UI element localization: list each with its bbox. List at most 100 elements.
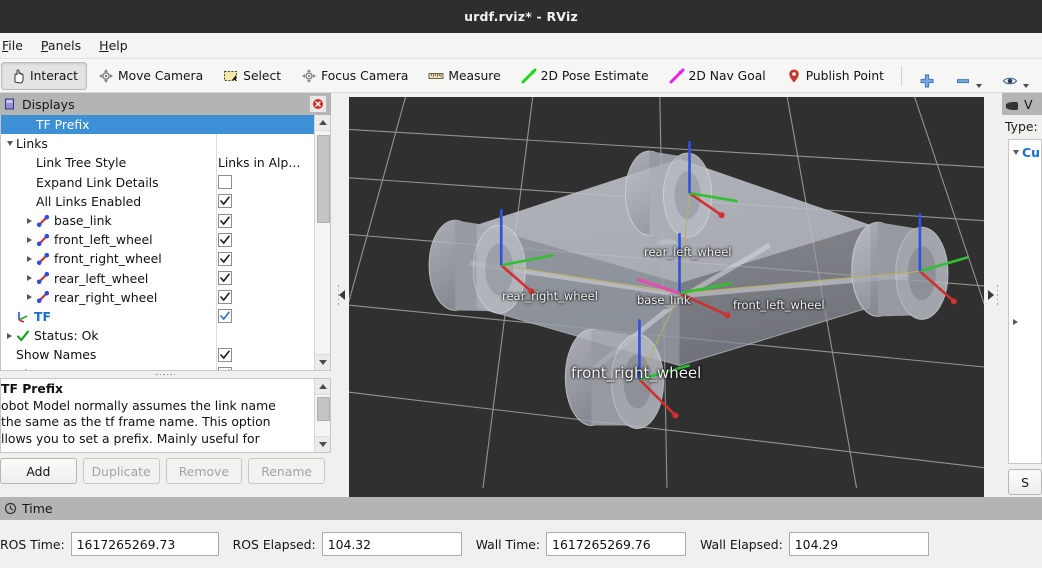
scroll-down-button[interactable]	[315, 354, 330, 370]
tree-item-all-links-enabled[interactable]: All Links Enabled	[1, 192, 314, 211]
2d-nav-goal-tool-button[interactable]: 2D Nav Goal	[660, 62, 775, 90]
scroll-track[interactable]	[315, 131, 330, 354]
tree-item-value-cell[interactable]	[214, 290, 314, 305]
checkbox-checked[interactable]	[218, 367, 232, 370]
tree-item-value-cell[interactable]	[214, 271, 314, 286]
description-line: the same as the tf frame name. This opti…	[1, 414, 271, 429]
menu-file[interactable]: File	[0, 35, 32, 56]
tree-item-value-cell[interactable]	[214, 367, 314, 370]
tree-item-expand-link-details[interactable]: Expand Link Details	[1, 173, 314, 192]
collapse-left-arrow-icon[interactable]	[339, 290, 346, 300]
checkbox-checked[interactable]	[218, 251, 232, 266]
chevron-right-icon[interactable]	[3, 332, 16, 339]
tree-item-base-link[interactable]: base_link	[1, 211, 314, 230]
tree-item-rear-left-wheel[interactable]: rear_left_wheel	[1, 269, 314, 288]
chevron-down-icon[interactable]	[3, 141, 16, 147]
time-field-label: Wall Elapsed:	[700, 536, 783, 552]
checkbox-checked[interactable]	[218, 232, 232, 247]
move-camera-tool-button[interactable]: Move Camera	[89, 62, 212, 90]
tree-item-value-cell[interactable]	[214, 309, 314, 324]
tree-item-value-cell[interactable]	[214, 251, 314, 266]
tool-button-label: Move Camera	[117, 68, 204, 83]
time-panel-title: Time	[22, 501, 53, 516]
minus-icon	[955, 73, 971, 89]
views-tree-subrow[interactable]	[1009, 312, 1041, 331]
description-scrollbar[interactable]	[314, 379, 330, 452]
left-view-splitter[interactable]	[331, 93, 349, 497]
tree-item-value-cell[interactable]	[214, 347, 314, 362]
tree-item-show-names[interactable]: Show Names	[1, 345, 314, 364]
3d-render-view[interactable]: rear_left_wheel rear_right_wheel base_link…	[349, 97, 984, 497]
checkbox-checked[interactable]	[218, 194, 232, 209]
displays-tree-scrollbar[interactable]	[314, 115, 330, 370]
menu-help[interactable]: Help	[90, 35, 137, 56]
tree-item-value-cell[interactable]: Links in Alp…	[214, 156, 314, 170]
desc-scroll-track[interactable]	[315, 395, 330, 436]
desc-scroll-up-button[interactable]	[315, 379, 330, 395]
checkbox-checked[interactable]	[218, 213, 232, 228]
scroll-thumb[interactable]	[317, 135, 330, 223]
tree-item-tf[interactable]: TF	[1, 307, 314, 326]
views-tree[interactable]: Cu	[1008, 139, 1042, 464]
chevron-down-icon[interactable]	[975, 83, 982, 88]
chevron-right-icon[interactable]	[23, 255, 36, 262]
tree-item-show-axes[interactable]: Show Axes	[1, 364, 314, 370]
views-tree-row[interactable]: Cu	[1009, 143, 1041, 162]
time-field-input[interactable]: 1617265269.73	[70, 532, 219, 556]
views-current-label: Cu	[1022, 145, 1040, 160]
displays-tree[interactable]: TF Prefix Links Link Tree Style Links in Al…	[1, 115, 314, 370]
tree-item-tf-prefix[interactable]: TF Prefix	[1, 115, 314, 135]
tree-item-link-tree-style[interactable]: Link Tree Style Links in Alp…	[1, 153, 314, 172]
tree-item-name-cell: front_right_wheel	[1, 251, 214, 266]
tree-item-value-cell[interactable]	[214, 194, 314, 209]
chevron-right-icon[interactable]	[1009, 318, 1022, 325]
2d-pose-estimate-tool-button[interactable]: 2D Pose Estimate	[512, 62, 658, 90]
right-view-splitter[interactable]	[984, 93, 1002, 497]
remove-display-button[interactable]	[946, 62, 991, 90]
checkbox-checked[interactable]	[218, 309, 232, 324]
displays-close-button[interactable]	[309, 95, 327, 113]
displays-horizontal-splitter[interactable]	[0, 371, 331, 378]
tree-item-front-right-wheel[interactable]: front_right_wheel	[1, 249, 314, 268]
add-display-button[interactable]	[910, 62, 944, 90]
expand-right-arrow-icon[interactable]	[987, 290, 994, 300]
interact-tool-button[interactable]: Interact	[1, 61, 87, 90]
measure-tool-button[interactable]: Measure	[419, 62, 509, 90]
focus-camera-tool-button[interactable]: Focus Camera	[292, 62, 417, 90]
tree-item-value-cell[interactable]	[214, 232, 314, 247]
chevron-down-icon[interactable]	[1022, 83, 1029, 88]
views-save-button[interactable]: S	[1008, 469, 1042, 495]
checkbox-unchecked[interactable]	[218, 175, 232, 190]
time-field-input[interactable]: 104.32	[321, 532, 462, 556]
wheel-front-left	[851, 221, 949, 320]
add-button[interactable]: Add	[0, 458, 77, 484]
select-tool-button[interactable]: Select	[214, 62, 290, 90]
chevron-down-icon[interactable]	[1009, 150, 1022, 155]
publish-point-tool-button[interactable]: Publish Point	[777, 62, 893, 90]
tree-item-front-left-wheel[interactable]: front_left_wheel	[1, 230, 314, 249]
tree-item-rear-right-wheel[interactable]: rear_right_wheel	[1, 288, 314, 307]
tool-button-label: 2D Pose Estimate	[540, 68, 649, 83]
checkbox-checked[interactable]	[218, 347, 232, 362]
checkbox-checked[interactable]	[218, 290, 232, 305]
checkbox-checked[interactable]	[218, 271, 232, 286]
tree-item-value-cell[interactable]	[214, 175, 314, 190]
tree-item-label: Show Names	[16, 347, 97, 363]
time-field-input[interactable]: 104.29	[788, 532, 929, 556]
desc-scroll-down-button[interactable]	[315, 436, 330, 452]
tree-item-links[interactable]: Links	[1, 134, 314, 153]
time-field-input[interactable]: 1617265269.76	[546, 532, 687, 556]
chevron-right-icon[interactable]	[23, 217, 36, 224]
tree-item-value-cell[interactable]	[214, 213, 314, 228]
scroll-up-button[interactable]	[315, 115, 330, 131]
main-body: Displays TF Prefix Links Link Tree Style Li…	[0, 93, 1042, 497]
toggle-visibility-button[interactable]	[993, 62, 1038, 90]
tf-frame-label-rear-left-wheel: rear_left_wheel	[644, 245, 732, 259]
chevron-right-icon[interactable]	[23, 275, 36, 282]
menu-panels[interactable]: Panels	[32, 35, 90, 56]
desc-scroll-thumb[interactable]	[317, 397, 330, 421]
tree-item-label: Link Tree Style	[36, 155, 127, 171]
chevron-right-icon[interactable]	[23, 236, 36, 243]
tree-item-status-ok[interactable]: Status: Ok	[1, 326, 314, 345]
chevron-right-icon[interactable]	[23, 294, 36, 301]
